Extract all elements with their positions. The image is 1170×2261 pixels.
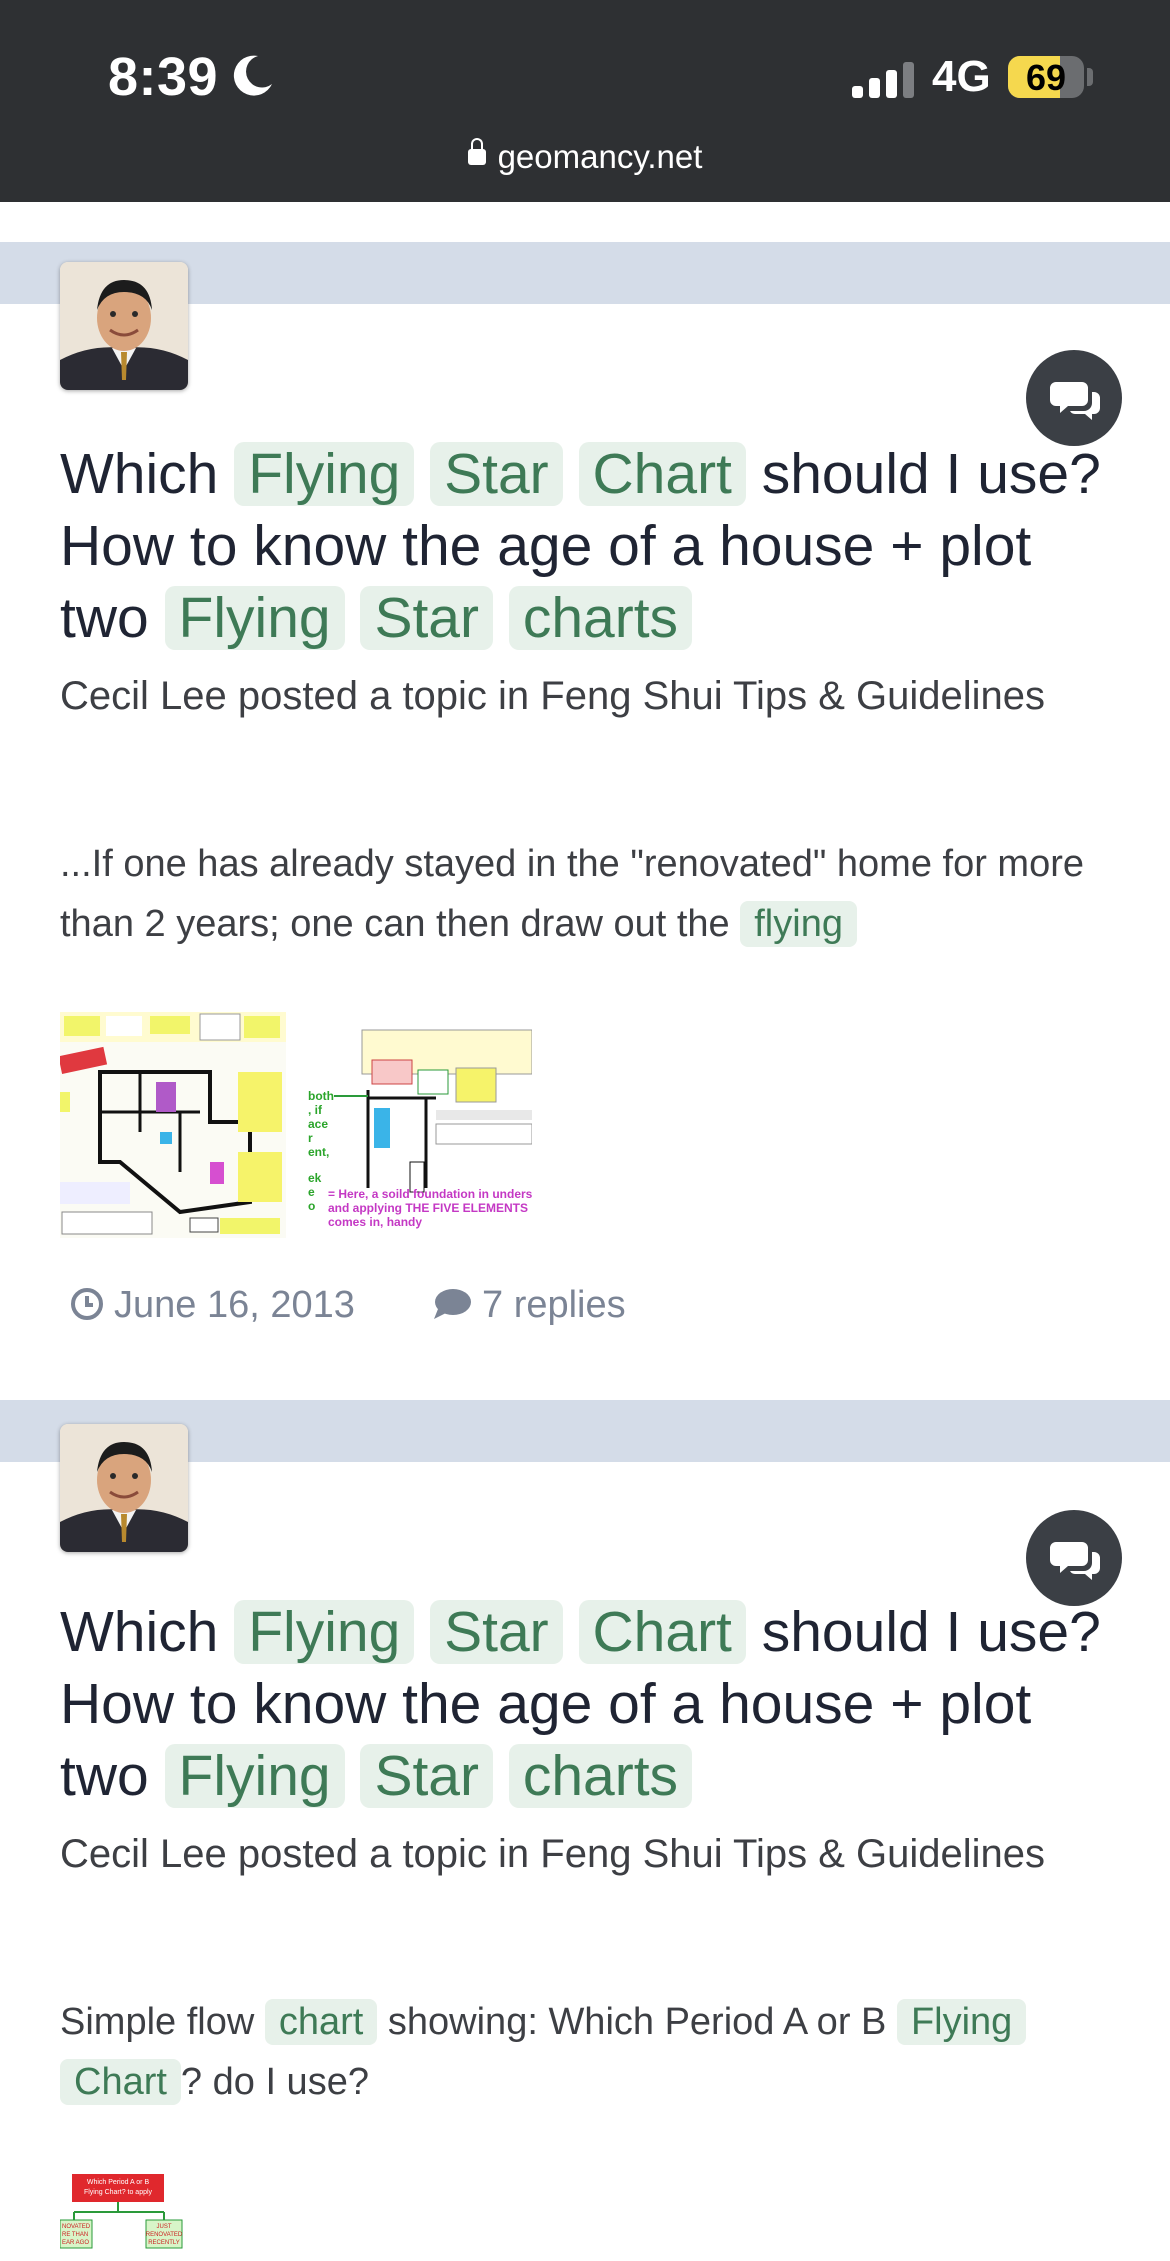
snippet-text: ...If one has already stayed in the "ren… — [60, 843, 1084, 945]
svg-text:e: e — [308, 1185, 315, 1199]
url-bar[interactable]: geomancy.net — [0, 138, 1170, 176]
search-highlight: Star — [430, 1600, 563, 1664]
annotated-plan-image: both , if ace r ent, ek e o = Here, a so… — [306, 1012, 532, 1238]
svg-text:ace: ace — [308, 1117, 328, 1131]
speech-bubble-icon — [434, 1288, 471, 1319]
post-date: June 16, 2013 — [70, 1284, 355, 1327]
search-highlight: chart — [264, 1999, 378, 2045]
moon-icon — [233, 55, 272, 96]
battery-cap — [1087, 68, 1093, 86]
flow-chart-image: Which Period A or B Flying Chart? to app… — [60, 2170, 190, 2261]
page-top-strip — [0, 202, 1170, 242]
title-text: Which — [60, 442, 219, 506]
search-highlight: Chart — [578, 442, 746, 506]
search-highlight: Flying — [234, 442, 415, 506]
snippet-text: showing: Which Period A or B — [387, 2001, 887, 2043]
search-result-card: Which Flying Star Chart should I use? Ho… — [0, 1424, 1170, 2261]
svg-text:and applying THE FIVE ELEMENTS: and applying THE FIVE ELEMENTS — [328, 1201, 528, 1215]
snippet-text: Simple flow — [60, 2001, 255, 2043]
date-text: June 16, 2013 — [114, 1284, 355, 1326]
search-highlight: Flying — [234, 1600, 415, 1664]
battery-percentage: 69 — [1025, 57, 1067, 98]
author-avatar[interactable] — [60, 1424, 188, 1552]
search-highlight: Chart — [578, 1600, 746, 1664]
attachment-thumbnail[interactable]: Which Period A or B Flying Chart? to app… — [60, 2170, 190, 2261]
topic-title[interactable]: Which Flying Star Chart should I use? Ho… — [60, 438, 1120, 654]
comments-icon — [1050, 382, 1100, 420]
svg-text:RECENTLY: RECENTLY — [148, 2240, 180, 2246]
svg-text:JUST: JUST — [157, 2224, 172, 2230]
post-snippet: Simple flow chart showing: Which Period … — [60, 1992, 1120, 2112]
view-topic-button[interactable] — [1026, 350, 1122, 446]
network-type: 4G — [932, 52, 991, 101]
battery-icon: 69 — [1008, 56, 1084, 98]
svg-text:both: both — [308, 1089, 334, 1103]
svg-text:comes in, handy: comes in, handy — [328, 1215, 422, 1229]
svg-text:o: o — [308, 1199, 315, 1213]
attachment-thumbnail[interactable]: both , if ace r ent, ek e o = Here, a so… — [306, 1012, 532, 1238]
svg-text:RE THAN: RE THAN — [62, 2232, 88, 2238]
svg-text:= Here, a soild foundation in: = Here, a soild foundation in unders — [328, 1187, 532, 1201]
svg-text:r: r — [308, 1131, 313, 1145]
post-meta: Cecil Lee posted a topic in Feng Shui Ti… — [60, 1832, 1046, 1876]
svg-text:RENOVATED: RENOVATED — [146, 2232, 183, 2238]
topic-title[interactable]: Which Flying Star Chart should I use? Ho… — [60, 1596, 1120, 1812]
search-highlight: charts — [508, 1744, 693, 1808]
reply-count[interactable]: 7 replies — [432, 1284, 626, 1327]
view-topic-button[interactable] — [1026, 1510, 1122, 1606]
url-text: geomancy.net — [497, 138, 703, 175]
author-photo — [60, 262, 188, 390]
clock-time: 8:39 — [108, 47, 219, 107]
svg-text:ent,: ent, — [308, 1145, 329, 1159]
search-highlight: Star — [430, 442, 563, 506]
floor-plan-image — [60, 1012, 286, 1238]
post-snippet: ...If one has already stayed in the "ren… — [60, 834, 1120, 954]
search-highlight: flying — [740, 901, 857, 947]
search-highlight: charts — [508, 586, 693, 650]
post-meta: Cecil Lee posted a topic in Feng Shui Ti… — [60, 674, 1046, 718]
search-highlight: Flying — [164, 586, 345, 650]
replies-text: 7 replies — [482, 1284, 626, 1326]
svg-text:Flying Chart? to apply: Flying Chart? to apply — [84, 2189, 153, 2196]
clock-icon — [71, 1287, 103, 1320]
search-result-card: Which Flying Star Chart should I use? Ho… — [0, 262, 1170, 1400]
author-photo — [60, 1424, 188, 1552]
status-bar: 8:39 4G 69 geomancy.net — [0, 0, 1170, 202]
author-avatar[interactable] — [60, 262, 188, 390]
search-highlight: Star — [360, 586, 493, 650]
search-highlight: Chart — [60, 2059, 181, 2105]
comments-icon — [1050, 1542, 1100, 1580]
search-highlight: Star — [360, 1744, 493, 1808]
svg-text:Which Period A or B: Which Period A or B — [87, 2179, 150, 2186]
svg-text:ek: ek — [308, 1171, 322, 1185]
attachment-thumbnail[interactable] — [60, 1012, 286, 1238]
search-highlight: Flying — [896, 1999, 1027, 2045]
svg-text:EAR AGO: EAR AGO — [62, 2240, 89, 2246]
svg-text:NOVATED: NOVATED — [62, 2224, 91, 2230]
lock-icon — [467, 138, 486, 166]
cellular-signal-icon — [852, 62, 914, 98]
title-text: Which — [60, 1600, 219, 1664]
snippet-text: ? do I use? — [180, 2061, 369, 2103]
search-highlight: Flying — [164, 1744, 345, 1808]
svg-text:, if: , if — [308, 1103, 323, 1117]
